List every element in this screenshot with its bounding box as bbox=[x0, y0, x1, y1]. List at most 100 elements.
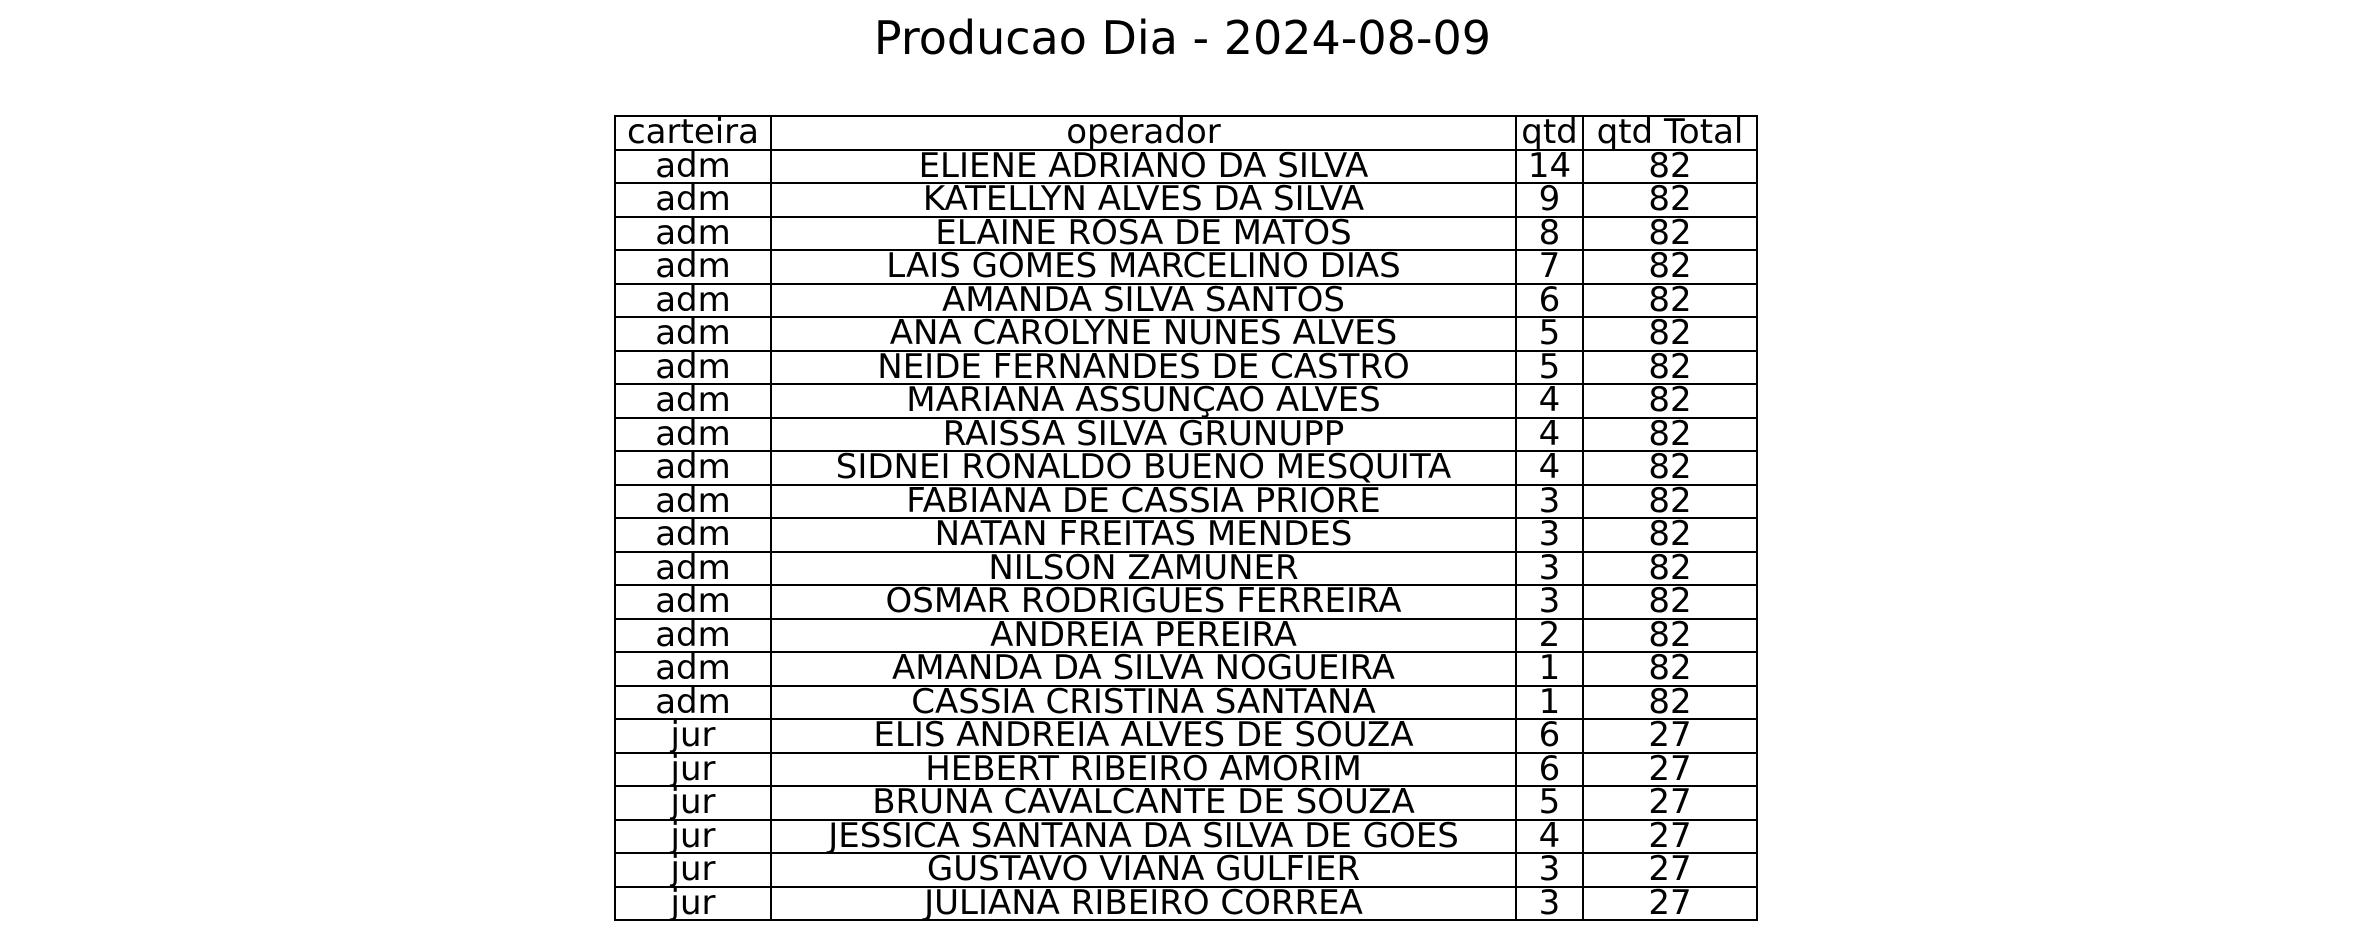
chart-title: Producao Dia - 2024-08-09 bbox=[873, 11, 1492, 65]
table-row: adm ANDREIA PEREIRA 2 82 bbox=[614, 617, 1758, 653]
table-row: jur JULIANA RIBEIRO CORRÊA 3 27 bbox=[614, 885, 1758, 921]
qtd-total-cell: 27 bbox=[1582, 718, 1758, 754]
production-table: carteira operador qtd qtd Total adm ELIEN… bbox=[614, 115, 1758, 921]
qtd-cell: 5 bbox=[1515, 785, 1584, 821]
table-row: adm ELIENE ADRIANO DA SILVA 14 82 bbox=[614, 148, 1758, 184]
column-header-carteira: carteira bbox=[614, 115, 772, 151]
table-row: jur HEBERT RIBEIRO AMORIM 6 27 bbox=[614, 751, 1758, 787]
table-row: adm KATELLYN ALVES DA SILVA 9 82 bbox=[614, 182, 1758, 218]
operador-cell: ANA CAROLYNE NUNES ALVES bbox=[770, 316, 1517, 352]
table-row: adm ELAINE ROSA DE MATOS 8 82 bbox=[614, 215, 1758, 251]
qtd-cell: 4 bbox=[1515, 383, 1584, 419]
table-row: adm ANA CAROLYNE NUNES ALVES 5 82 bbox=[614, 316, 1758, 352]
carteira-cell: jur bbox=[614, 785, 772, 821]
qtd-total-cell: 82 bbox=[1582, 617, 1758, 653]
qtd-total-cell: 82 bbox=[1582, 416, 1758, 452]
qtd-total-cell: 82 bbox=[1582, 215, 1758, 251]
column-header-operador: operador bbox=[770, 115, 1517, 151]
operador-cell: OSMAR RODRIGUES FERREIRA bbox=[770, 584, 1517, 620]
carteira-cell: adm bbox=[614, 349, 772, 385]
operador-cell: GUSTAVO VIANA GULFIER bbox=[770, 852, 1517, 888]
operador-cell: MARIANA ASSUNÇÃO ALVES bbox=[770, 383, 1517, 419]
qtd-total-cell: 82 bbox=[1582, 282, 1758, 318]
table-row: adm SIDNEI RONALDO BUENO MESQUITA 4 82 bbox=[614, 450, 1758, 486]
carteira-cell: adm bbox=[614, 282, 772, 318]
qtd-cell: 1 bbox=[1515, 651, 1584, 687]
table-row: jur ELIS ANDRÉIA ALVES DE SOUZA 6 27 bbox=[614, 718, 1758, 754]
table-row: adm OSMAR RODRIGUES FERREIRA 3 82 bbox=[614, 584, 1758, 620]
carteira-cell: adm bbox=[614, 215, 772, 251]
operador-cell: ELIS ANDRÉIA ALVES DE SOUZA bbox=[770, 718, 1517, 754]
operador-cell: ANDREIA PEREIRA bbox=[770, 617, 1517, 653]
qtd-total-cell: 82 bbox=[1582, 550, 1758, 586]
qtd-cell: 5 bbox=[1515, 349, 1584, 385]
qtd-total-cell: 82 bbox=[1582, 249, 1758, 285]
qtd-cell: 5 bbox=[1515, 316, 1584, 352]
qtd-cell: 3 bbox=[1515, 483, 1584, 519]
qtd-total-cell: 82 bbox=[1582, 316, 1758, 352]
carteira-cell: jur bbox=[614, 818, 772, 854]
table-header-row: carteira operador qtd qtd Total bbox=[614, 115, 1758, 151]
carteira-cell: jur bbox=[614, 852, 772, 888]
qtd-total-cell: 27 bbox=[1582, 818, 1758, 854]
column-header-qtd-total: qtd Total bbox=[1582, 115, 1758, 151]
carteira-cell: adm bbox=[614, 249, 772, 285]
carteira-cell: jur bbox=[614, 885, 772, 921]
carteira-cell: adm bbox=[614, 684, 772, 720]
table-row: adm MARIANA ASSUNÇÃO ALVES 4 82 bbox=[614, 383, 1758, 419]
carteira-cell: adm bbox=[614, 584, 772, 620]
carteira-cell: adm bbox=[614, 148, 772, 184]
qtd-total-cell: 27 bbox=[1582, 751, 1758, 787]
operador-cell: KATELLYN ALVES DA SILVA bbox=[770, 182, 1517, 218]
operador-cell: AMANDA SILVA SANTOS bbox=[770, 282, 1517, 318]
qtd-cell: 6 bbox=[1515, 751, 1584, 787]
operador-cell: AMANDA DA SILVA NOGUEIRA bbox=[770, 651, 1517, 687]
qtd-total-cell: 82 bbox=[1582, 383, 1758, 419]
operador-cell: NEIDE FERNANDES DE CASTRO bbox=[770, 349, 1517, 385]
operador-cell: LAIS GOMES MARCELINO DIAS bbox=[770, 249, 1517, 285]
qtd-cell: 4 bbox=[1515, 416, 1584, 452]
qtd-total-cell: 82 bbox=[1582, 148, 1758, 184]
qtd-cell: 9 bbox=[1515, 182, 1584, 218]
qtd-total-cell: 82 bbox=[1582, 651, 1758, 687]
qtd-total-cell: 82 bbox=[1582, 517, 1758, 553]
qtd-cell: 14 bbox=[1515, 148, 1584, 184]
carteira-cell: jur bbox=[614, 751, 772, 787]
carteira-cell: adm bbox=[614, 617, 772, 653]
operador-cell: ELIENE ADRIANO DA SILVA bbox=[770, 148, 1517, 184]
qtd-total-cell: 82 bbox=[1582, 182, 1758, 218]
qtd-total-cell: 27 bbox=[1582, 885, 1758, 921]
carteira-cell: adm bbox=[614, 383, 772, 419]
qtd-total-cell: 82 bbox=[1582, 483, 1758, 519]
qtd-total-cell: 82 bbox=[1582, 349, 1758, 385]
carteira-cell: adm bbox=[614, 416, 772, 452]
table-row: adm AMANDA DA SILVA NOGUEIRA 1 82 bbox=[614, 651, 1758, 687]
qtd-cell: 6 bbox=[1515, 718, 1584, 754]
qtd-cell: 2 bbox=[1515, 617, 1584, 653]
table-row: jur GUSTAVO VIANA GULFIER 3 27 bbox=[614, 852, 1758, 888]
carteira-cell: adm bbox=[614, 316, 772, 352]
qtd-total-cell: 27 bbox=[1582, 785, 1758, 821]
operador-cell: FABIANA DE CÁSSIA PRIORE bbox=[770, 483, 1517, 519]
qtd-total-cell: 82 bbox=[1582, 584, 1758, 620]
qtd-cell: 8 bbox=[1515, 215, 1584, 251]
operador-cell: JESSICA SANTANA DA SILVA DE GOES bbox=[770, 818, 1517, 854]
carteira-cell: adm bbox=[614, 182, 772, 218]
table-row: jur JESSICA SANTANA DA SILVA DE GOES 4 27 bbox=[614, 818, 1758, 854]
table-row: adm NATAN FREITAS MENDES 3 82 bbox=[614, 517, 1758, 553]
qtd-cell: 3 bbox=[1515, 852, 1584, 888]
qtd-cell: 4 bbox=[1515, 450, 1584, 486]
qtd-total-cell: 82 bbox=[1582, 684, 1758, 720]
column-header-qtd: qtd bbox=[1515, 115, 1584, 151]
table-row: adm NILSON ZAMUNER 3 82 bbox=[614, 550, 1758, 586]
operador-cell: SIDNEI RONALDO BUENO MESQUITA bbox=[770, 450, 1517, 486]
operador-cell: ELAINE ROSA DE MATOS bbox=[770, 215, 1517, 251]
table-row: adm RAISSA SILVA GRUNUPP 4 82 bbox=[614, 416, 1758, 452]
qtd-cell: 4 bbox=[1515, 818, 1584, 854]
carteira-cell: adm bbox=[614, 517, 772, 553]
qtd-cell: 6 bbox=[1515, 282, 1584, 318]
table-row: adm CASSIA CRISTINA SANTANA 1 82 bbox=[614, 684, 1758, 720]
operador-cell: NATAN FREITAS MENDES bbox=[770, 517, 1517, 553]
table-row: adm FABIANA DE CÁSSIA PRIORE 3 82 bbox=[614, 483, 1758, 519]
carteira-cell: adm bbox=[614, 651, 772, 687]
